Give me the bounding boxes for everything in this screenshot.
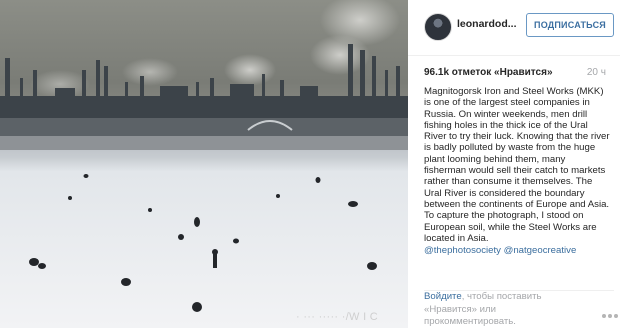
post-details-panel: leonardod... ПОДПИСАТЬСЯ 96.1k отметок «… xyxy=(408,0,620,328)
caption-mentions[interactable]: @thephotosociety @natgeocreative xyxy=(424,245,610,256)
follow-button[interactable]: ПОДПИСАТЬСЯ xyxy=(526,13,614,37)
post-photo[interactable]: · ··· ····· ·/W I C xyxy=(0,0,408,328)
caption-text: Magnitogorsk Iron and Steel Works (MKK) … xyxy=(424,86,610,244)
login-link[interactable]: Войдите xyxy=(424,291,462,302)
post-header: leonardod... ПОДПИСАТЬСЯ xyxy=(408,0,620,56)
username-link[interactable]: leonardod... xyxy=(457,18,517,30)
likes-count[interactable]: 96.1k отметок «Нравится» xyxy=(424,67,553,78)
profile-avatar[interactable] xyxy=(424,13,452,41)
photo-watermark: · ··· ····· ·/W I C xyxy=(296,311,379,323)
photo-scene xyxy=(0,0,408,328)
post-timestamp[interactable]: 20 ч xyxy=(587,67,606,78)
comment-prompt: Войдите, чтобы поставить «Нравится» или … xyxy=(424,290,618,327)
post-caption: Magnitogorsk Iron and Steel Works (MKK) … xyxy=(424,86,610,256)
more-options-icon[interactable] xyxy=(602,305,620,318)
login-prompt: Войдите, чтобы поставить «Нравится» или … xyxy=(424,291,574,329)
